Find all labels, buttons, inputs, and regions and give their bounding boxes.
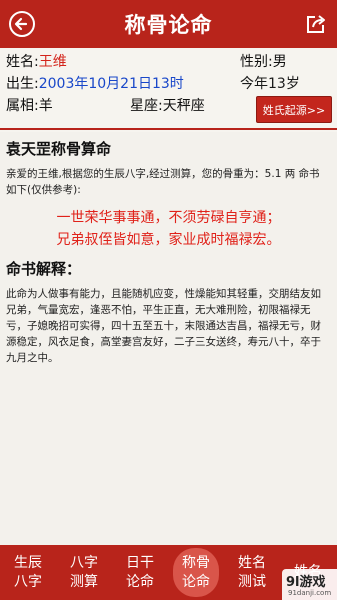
gender-value: 男 (272, 54, 287, 70)
watermark-brand: 9l游戏 (286, 575, 326, 590)
tab-rigan-lunming[interactable]: 日干 论命 (112, 545, 168, 600)
name-row: 姓名:王维 (6, 52, 67, 72)
surname-origin-button[interactable]: 姓氏起源>> (256, 96, 332, 123)
poem-line-1: 一世荣华事事通，不须劳碌自亨通； (56, 210, 281, 226)
explain-text: 此命为人做事有能力，且能随机应变，性燥能知其轻重，交朋结友如兄弟，气量宽宏，逢恶… (6, 288, 321, 364)
reading-content: 袁天罡称骨算命 亲爱的王维,根据您的生辰八字,经过测算，您的骨重为：5.1 两 … (0, 130, 337, 545)
tab-chenggu-lunming[interactable]: 称骨 论命 (168, 545, 224, 600)
tab-xingming-ceshi[interactable]: 姓名 测试 (224, 545, 280, 600)
poem-line-2: 兄弟叔侄皆如意，家业成时福禄宏。 (56, 232, 281, 248)
birth-row: 出生:2003年10月21日13时 (6, 74, 184, 94)
gender-row: 性别:男 (240, 52, 287, 72)
reading-title: 袁天罡称骨算命 (6, 140, 112, 158)
zodiac-value: 羊 (38, 98, 53, 114)
tab-bazi-cesuan[interactable]: 八字 测算 (56, 545, 112, 600)
zodiac-label: 属相: (6, 98, 39, 114)
name-label: 姓名: (6, 54, 39, 70)
top-bar: 称骨论命 (0, 0, 337, 48)
birth-label: 出生: (6, 76, 39, 92)
name-value: 王维 (38, 54, 67, 70)
reading-poem: 一世荣华事事通，不须劳碌自亨通； 兄弟叔侄皆如意，家业成时福禄宏。 (0, 207, 337, 251)
share-icon[interactable] (304, 12, 328, 36)
watermark-url: 91danji.com (288, 589, 332, 597)
tab-shengchen-bazi[interactable]: 生辰 八字 (0, 545, 56, 600)
reading-intro: 亲爱的王维,根据您的生辰八字,经过测算，您的骨重为：5.1 两 命书如下(仅供参… (6, 168, 320, 196)
gender-label: 性别: (240, 54, 273, 70)
explain-title: 命书解释： (6, 260, 82, 278)
back-arrow-icon[interactable] (9, 11, 35, 37)
page-title: 称骨论命 (124, 13, 213, 37)
zodiac-row: 属相:羊 (6, 96, 53, 116)
watermark-logo: 9l游戏 91danji.com (282, 569, 337, 600)
star-row: 星座:天秤座 (130, 96, 205, 116)
birth-value: 2003年10月21日13时 (38, 76, 184, 92)
star-label: 星座: (130, 98, 163, 114)
age-text: 今年13岁 (240, 76, 300, 92)
star-value: 天秤座 (162, 98, 205, 114)
